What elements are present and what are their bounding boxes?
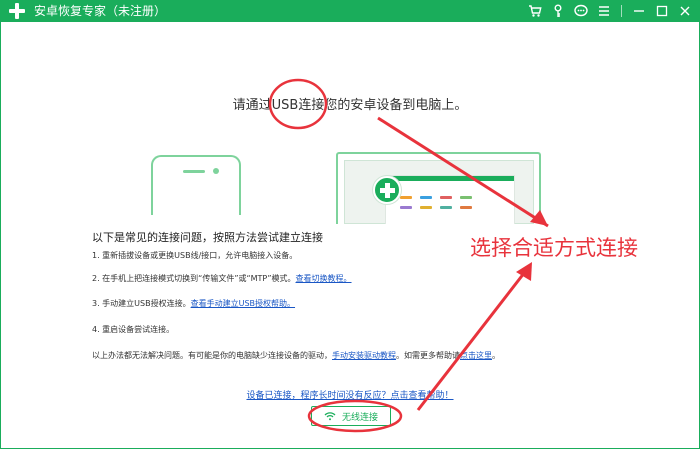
arrow-to-label-bottom: [416, 267, 530, 411]
annotation-overlay: [268, 78, 549, 433]
usb-highlight-circle: [268, 78, 328, 130]
annotation-label: 选择合适方式连接: [470, 236, 638, 260]
wireless-highlight-circle: [307, 399, 403, 433]
arrow-to-label-top: [377, 116, 549, 228]
